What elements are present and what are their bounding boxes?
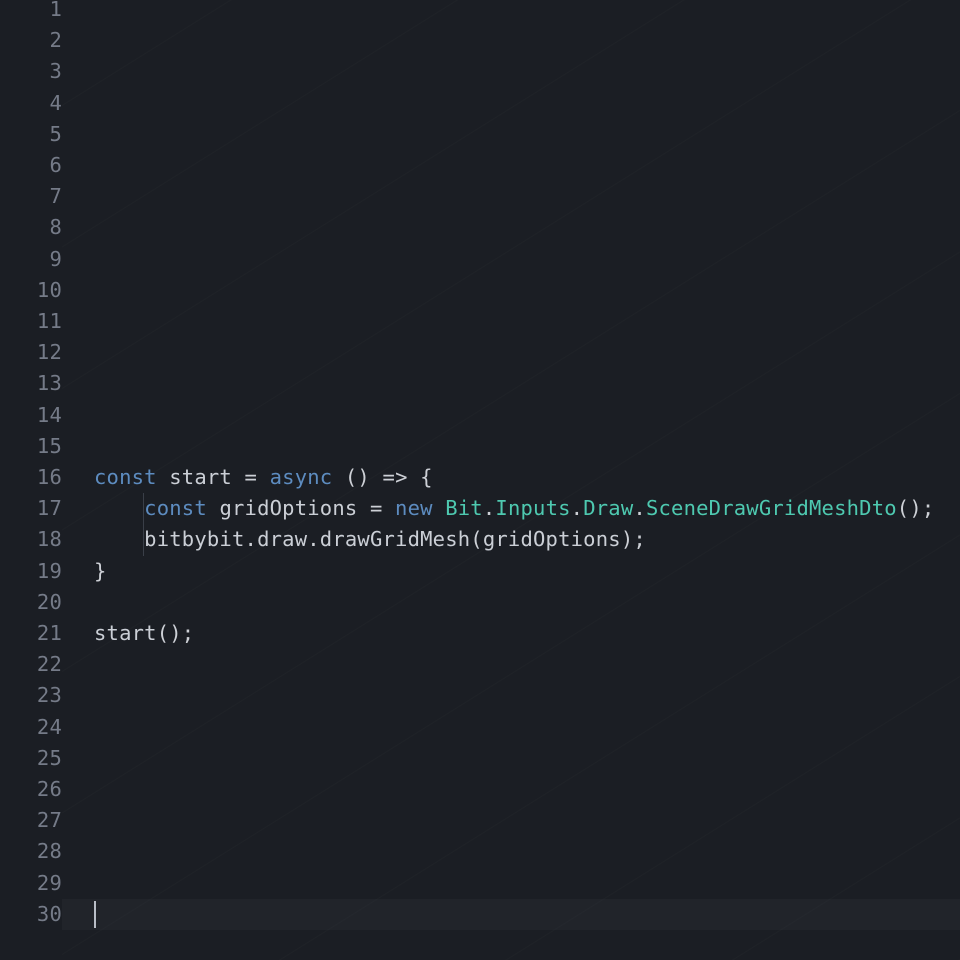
indent-guide <box>143 524 144 555</box>
code-line[interactable] <box>62 150 960 181</box>
code-line[interactable] <box>62 0 960 25</box>
code-token: gridOptions <box>219 496 370 520</box>
code-token: (); <box>157 621 195 645</box>
code-line[interactable]: bitbybit.draw.drawGridMesh(gridOptions); <box>62 524 960 555</box>
code-token: . <box>571 496 584 520</box>
code-token: ( <box>470 527 483 551</box>
code-token: . <box>307 527 320 551</box>
code-line[interactable] <box>62 649 960 680</box>
code-token: bitbybit <box>94 527 245 551</box>
code-line[interactable] <box>62 337 960 368</box>
code-line[interactable] <box>62 836 960 867</box>
code-token: new <box>395 496 445 520</box>
code-token: } <box>94 559 107 583</box>
code-token: ); <box>621 527 646 551</box>
code-line[interactable] <box>62 25 960 56</box>
code-token: . <box>483 496 496 520</box>
code-line[interactable]: } <box>62 556 960 587</box>
code-line[interactable] <box>62 181 960 212</box>
code-line[interactable] <box>62 431 960 462</box>
indent-guide <box>143 493 144 524</box>
code-line[interactable]: const gridOptions = new Bit.Inputs.Draw.… <box>62 493 960 524</box>
code-token: const <box>144 496 219 520</box>
code-line[interactable] <box>62 306 960 337</box>
code-line[interactable] <box>62 275 960 306</box>
code-line[interactable] <box>62 88 960 119</box>
code-token: start <box>169 465 244 489</box>
code-token: = <box>370 496 395 520</box>
code-token: => <box>383 465 421 489</box>
code-line[interactable] <box>62 899 960 930</box>
code-token: draw <box>257 527 307 551</box>
code-editor[interactable]: 1234567891011121314151617181920212223242… <box>0 0 960 960</box>
code-token: gridOptions <box>483 527 621 551</box>
code-line[interactable] <box>62 774 960 805</box>
code-token: SceneDrawGridMeshDto <box>646 496 897 520</box>
code-token: Bit <box>445 496 483 520</box>
code-line[interactable] <box>62 368 960 399</box>
code-line[interactable] <box>62 56 960 87</box>
code-token: . <box>245 527 258 551</box>
code-token: = <box>245 465 270 489</box>
code-line[interactable] <box>62 244 960 275</box>
code-line[interactable] <box>62 400 960 431</box>
line-number-gutter: 1234567891011121314151617181920212223242… <box>0 0 62 960</box>
code-line[interactable]: const start = async () => { <box>62 462 960 493</box>
code-token: drawGridMesh <box>320 527 471 551</box>
code-line[interactable]: start(); <box>62 618 960 649</box>
code-token: const <box>94 465 169 489</box>
code-line[interactable] <box>62 587 960 618</box>
code-token: async <box>270 465 345 489</box>
code-token: () <box>345 465 383 489</box>
code-line[interactable] <box>62 680 960 711</box>
code-line[interactable] <box>62 212 960 243</box>
code-line[interactable] <box>62 805 960 836</box>
code-line[interactable] <box>62 868 960 899</box>
code-line[interactable] <box>62 119 960 150</box>
code-token: Inputs <box>495 496 570 520</box>
code-line[interactable] <box>62 743 960 774</box>
code-content[interactable]: const start = async () => { const gridOp… <box>62 0 960 960</box>
code-token: start <box>94 621 157 645</box>
code-line[interactable] <box>62 712 960 743</box>
code-token: (); <box>897 496 935 520</box>
text-cursor <box>94 901 96 928</box>
code-token <box>94 496 144 520</box>
code-token: . <box>633 496 646 520</box>
code-token: { <box>420 465 433 489</box>
code-token: Draw <box>583 496 633 520</box>
